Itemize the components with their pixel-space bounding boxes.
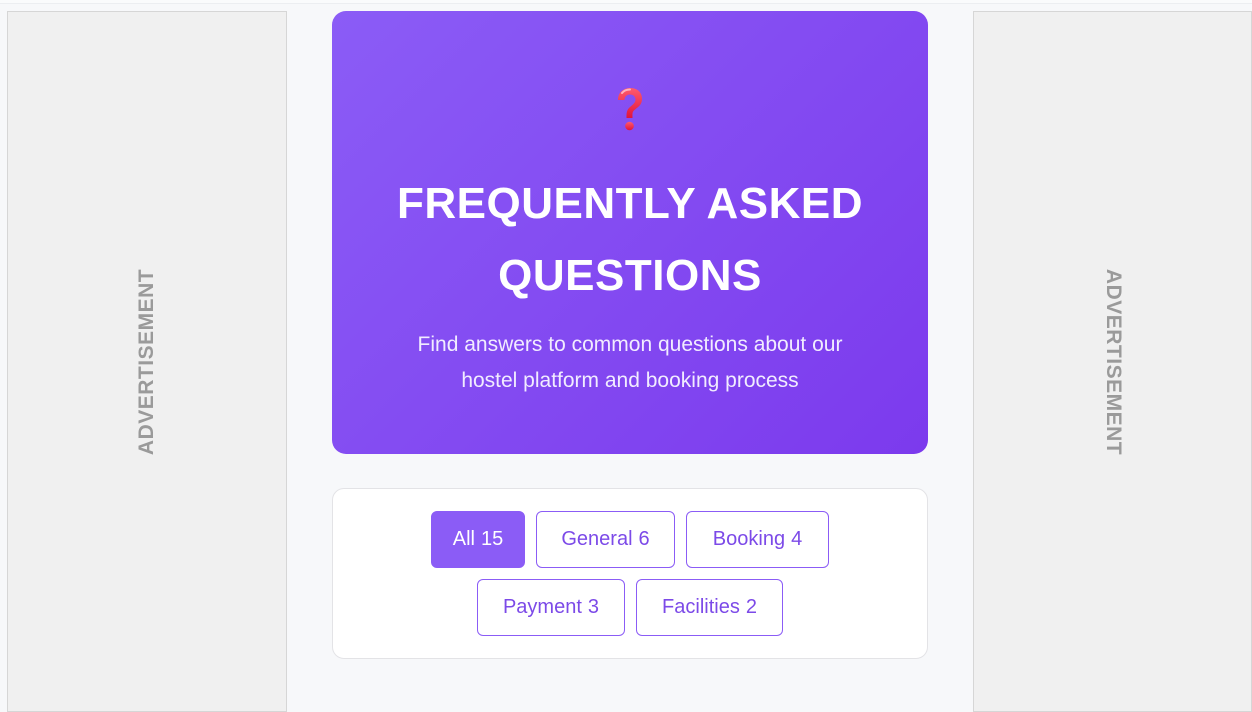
filter-label: General xyxy=(561,528,633,550)
faq-category-filters: All 15 General 6 Booking 4 Payment 3 Fac… xyxy=(332,488,928,659)
filter-label: Payment xyxy=(502,596,582,618)
page-subtitle-line-2: hostel platform and booking process xyxy=(461,369,799,392)
filter-label: All xyxy=(452,528,475,550)
filter-count: 3 xyxy=(587,596,600,618)
page-title-line-2: QUESTIONS xyxy=(498,251,762,300)
filter-count: 2 xyxy=(745,596,757,618)
page-subtitle: Find answers to common questions about o… xyxy=(382,327,878,399)
page-subtitle-line-1: Find answers to common questions about o… xyxy=(417,333,843,356)
filter-general-button[interactable]: General 6 xyxy=(536,511,675,568)
filter-count: 6 xyxy=(638,528,650,550)
advertisement-label: ADVERTISEMENT xyxy=(1101,268,1125,455)
filter-payment-button[interactable]: Payment 3 xyxy=(477,579,625,636)
filter-count: 4 xyxy=(791,528,803,550)
page-title-line-1: FREQUENTLY ASKED xyxy=(396,179,863,228)
question-mark-icon xyxy=(332,87,928,147)
advertisement-label: ADVERTISEMENT xyxy=(135,268,158,455)
advertisement-right[interactable]: ADVERTISEMENT xyxy=(973,11,1252,712)
filter-label: Facilities xyxy=(662,596,740,618)
filter-label: Booking xyxy=(712,528,786,550)
page-title: FREQUENTLY ASKED QUESTIONS xyxy=(372,168,888,312)
faq-hero-banner: FREQUENTLY ASKED QUESTIONS Find answers … xyxy=(332,11,928,454)
top-border xyxy=(0,0,1252,4)
filter-all-button[interactable]: All 15 xyxy=(431,511,525,568)
filter-facilities-button[interactable]: Facilities 2 xyxy=(636,579,783,636)
filter-booking-button[interactable]: Booking 4 xyxy=(686,511,829,568)
advertisement-left[interactable]: ADVERTISEMENT xyxy=(7,11,287,712)
filter-count: 15 xyxy=(480,528,504,550)
